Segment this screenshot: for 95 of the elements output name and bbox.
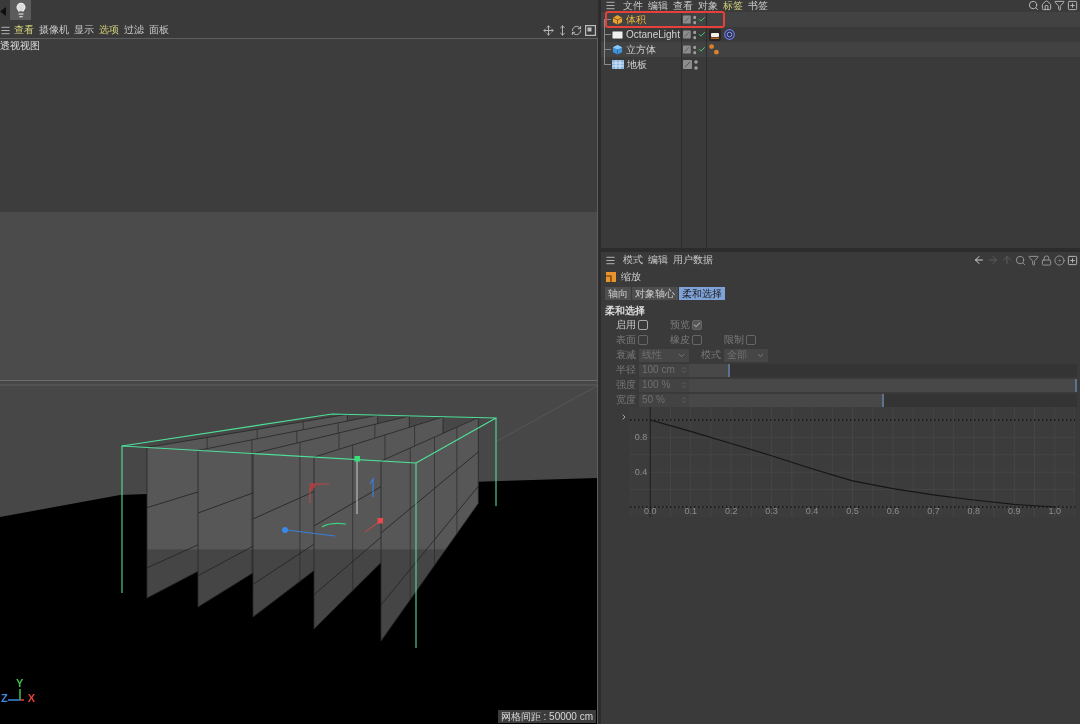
tick-label: 0.7 bbox=[927, 505, 940, 516]
axis-label: Y bbox=[16, 677, 25, 689]
filter-icon[interactable] bbox=[1054, 0, 1065, 11]
view-name: 透视视图 bbox=[0, 40, 40, 52]
check-icon[interactable] bbox=[698, 15, 706, 24]
tick-label: 0.9 bbox=[1008, 505, 1021, 516]
axis-indicator-icon bbox=[7, 689, 24, 701]
visibility-dots-icon[interactable] bbox=[692, 44, 697, 55]
field-label: 启用 bbox=[615, 319, 636, 331]
section-heading: 柔和选择 bbox=[605, 305, 645, 317]
move-icon[interactable] bbox=[543, 24, 554, 36]
menu-item[interactable]: 模式 bbox=[623, 254, 643, 266]
maximize-icon[interactable] bbox=[585, 24, 596, 36]
plane-handle bbox=[309, 483, 330, 504]
slashed-square-icon[interactable] bbox=[683, 15, 691, 24]
checkbox[interactable] bbox=[638, 320, 648, 330]
tick-label: 0.0 bbox=[643, 505, 657, 516]
menu-icon[interactable] bbox=[605, 0, 616, 11]
visibility-dots-icon[interactable] bbox=[694, 59, 698, 70]
slashed-square-icon[interactable] bbox=[683, 45, 691, 54]
menu-item[interactable]: 书签 bbox=[748, 0, 768, 11]
x-axis-handle bbox=[364, 518, 383, 533]
object-name[interactable]: OctaneLight bbox=[626, 28, 680, 41]
house-icon[interactable] bbox=[1041, 0, 1052, 11]
axis-label: Z bbox=[1, 692, 8, 704]
y-axis-handle bbox=[354, 456, 360, 515]
rotate-icon[interactable] bbox=[571, 24, 582, 36]
z-axis-handle bbox=[282, 527, 336, 537]
search-icon[interactable] bbox=[1015, 254, 1026, 266]
menu-icon[interactable] bbox=[605, 254, 616, 266]
arrow-left-icon[interactable] bbox=[973, 254, 985, 266]
check-icon bbox=[693, 321, 701, 329]
cube-icon bbox=[612, 44, 623, 55]
tab[interactable]: 轴向 bbox=[605, 287, 631, 300]
volume-icon bbox=[612, 14, 623, 25]
floor-grid-icon bbox=[612, 60, 624, 69]
slashed-square-icon[interactable] bbox=[683, 30, 691, 39]
lock-icon[interactable] bbox=[1041, 254, 1052, 266]
object-row[interactable]: 立方体 bbox=[601, 42, 1080, 57]
grid-spacing-readout: 网格间距 : 50000 cm bbox=[497, 710, 596, 723]
tick-label: 0.2 bbox=[724, 505, 738, 516]
menu-item[interactable]: 查看 bbox=[14, 24, 34, 36]
search-icon[interactable] bbox=[1028, 0, 1039, 11]
check-icon[interactable] bbox=[698, 45, 706, 54]
light-panel-icon bbox=[612, 30, 623, 39]
ring-tag-icon[interactable] bbox=[724, 29, 735, 40]
check-icon[interactable] bbox=[698, 30, 706, 39]
plane-handle bbox=[321, 522, 347, 528]
slashed-square-icon[interactable] bbox=[683, 60, 692, 69]
tick-label: 0.8 bbox=[634, 432, 648, 443]
light-tool-button[interactable] bbox=[10, 0, 31, 20]
menu-item[interactable]: 对象 bbox=[698, 0, 718, 11]
chevron-right-icon[interactable] bbox=[620, 413, 628, 421]
menu-item[interactable]: 查看 bbox=[673, 0, 693, 11]
menu-item[interactable]: 标签 bbox=[723, 0, 743, 11]
menu-item[interactable]: 用户数据 bbox=[673, 254, 713, 266]
object-name[interactable]: 立方体 bbox=[626, 43, 656, 56]
tick-label: 0.4 bbox=[805, 505, 819, 516]
tick-label: 0.1 bbox=[684, 505, 697, 516]
menu-item[interactable]: 编辑 bbox=[648, 254, 668, 266]
add-icon[interactable] bbox=[1067, 0, 1078, 11]
add-icon[interactable] bbox=[1067, 254, 1078, 266]
filter-icon[interactable] bbox=[1028, 254, 1039, 266]
tab[interactable]: 柔和选择 bbox=[679, 287, 725, 300]
menu-icon[interactable] bbox=[0, 24, 11, 36]
menu-item[interactable]: 文件 bbox=[623, 0, 643, 11]
tick-label: 0.6 bbox=[886, 505, 900, 516]
tick-label: 0.4 bbox=[634, 467, 648, 478]
tick-label: 0.8 bbox=[967, 505, 981, 516]
visibility-dots-icon[interactable] bbox=[692, 14, 697, 25]
target-icon[interactable] bbox=[1054, 254, 1065, 266]
menu-item[interactable]: 编辑 bbox=[648, 0, 668, 11]
menu-item[interactable]: 过滤 bbox=[124, 24, 144, 36]
vertical-arrows-icon[interactable] bbox=[557, 24, 568, 36]
axis-label: X bbox=[27, 692, 36, 704]
tick-label: 0.3 bbox=[765, 505, 778, 516]
menu-item[interactable]: 面板 bbox=[149, 24, 169, 36]
field-label: 宽度 bbox=[615, 394, 636, 406]
plane-handle bbox=[369, 476, 374, 498]
field-label: 橡皮 bbox=[669, 334, 690, 346]
dots-tag-icon[interactable] bbox=[709, 44, 719, 55]
menu-item[interactable]: 显示 bbox=[74, 24, 94, 36]
visibility-dots-icon[interactable] bbox=[692, 29, 697, 40]
object-icon bbox=[606, 272, 616, 282]
object-name[interactable]: 体积 bbox=[626, 13, 646, 26]
object-row[interactable]: 体积 bbox=[601, 12, 1080, 27]
tick-label: 0.5 bbox=[846, 505, 859, 516]
object-name[interactable]: 地板 bbox=[627, 58, 647, 71]
tick-label: 1.0 bbox=[1048, 505, 1062, 516]
field-label: 强度 bbox=[615, 379, 636, 391]
tab[interactable]: 对象轴心 bbox=[632, 287, 678, 300]
light-tag-icon[interactable] bbox=[709, 28, 721, 41]
menu-item[interactable]: 选项 bbox=[99, 24, 119, 36]
menu-item[interactable]: 摄像机 bbox=[39, 24, 69, 36]
object-title: 缩放 bbox=[621, 271, 641, 283]
